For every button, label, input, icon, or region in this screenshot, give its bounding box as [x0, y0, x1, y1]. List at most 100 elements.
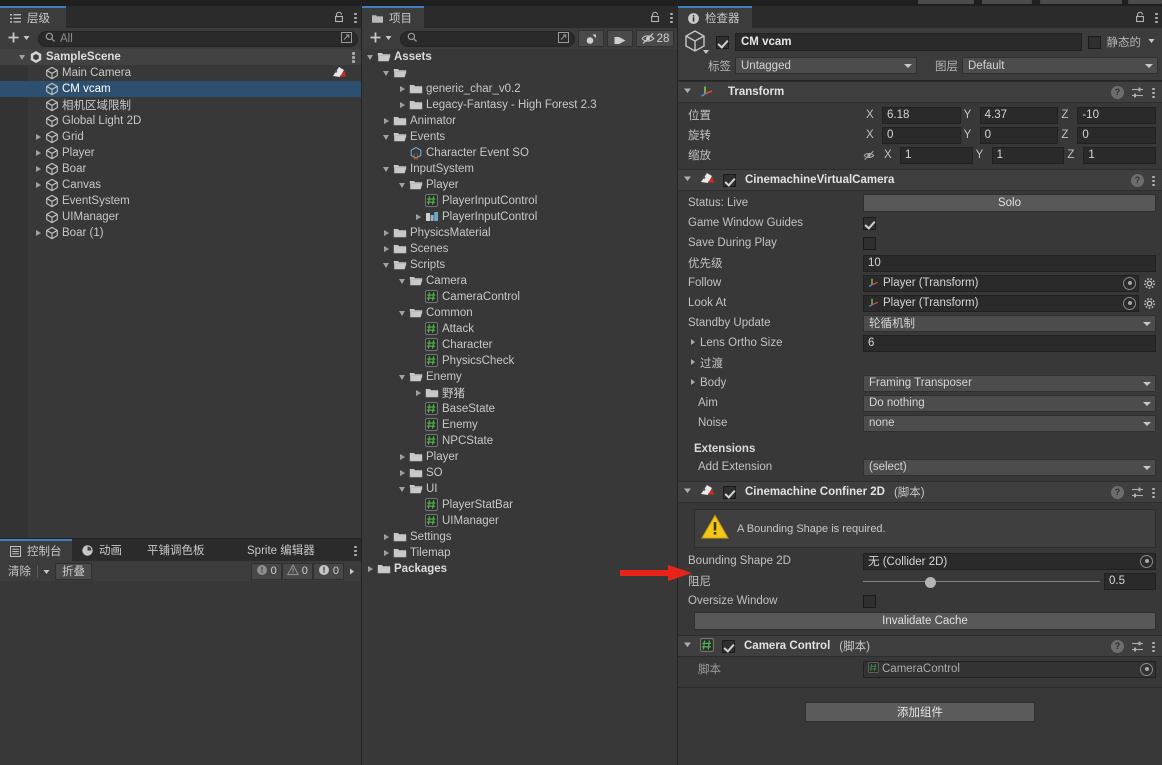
- lookat-object-field[interactable]: Player (Transform): [863, 294, 1139, 312]
- link-off-icon[interactable]: [863, 149, 877, 162]
- hierarchy-item-3[interactable]: Global Light 2D: [0, 113, 361, 129]
- component-menu-icon[interactable]: [1151, 174, 1155, 187]
- follow-object-field[interactable]: Player (Transform): [863, 274, 1139, 292]
- console-log-count[interactable]: 0: [250, 562, 282, 580]
- splitter-hierarchy-console[interactable]: [0, 538, 361, 539]
- foldout-open-icon[interactable]: [398, 177, 409, 193]
- foldout-closed-icon[interactable]: [382, 113, 393, 129]
- project-item-3[interactable]: Legacy-Fantasy - High Forest 2.3: [362, 97, 677, 113]
- transform-位置-z-input[interactable]: -10: [1077, 106, 1157, 124]
- foldout-closed-icon[interactable]: [34, 129, 45, 145]
- foldout-closed-icon[interactable]: [688, 377, 698, 390]
- project-item-24[interactable]: NPCState: [362, 433, 677, 449]
- transform-旋转-y-input[interactable]: 0: [979, 126, 1059, 144]
- foldout-closed-icon[interactable]: [688, 337, 698, 350]
- project-item-2[interactable]: generic_char_v0.2: [362, 81, 677, 97]
- hierarchy-scene-row[interactable]: SampleScene: [0, 49, 361, 65]
- tab-console-1[interactable]: 动画: [72, 539, 138, 561]
- aim-dropdown[interactable]: Do nothing: [863, 394, 1156, 412]
- project-item-19[interactable]: PhysicsCheck: [362, 353, 677, 369]
- transform-缩放-y-input[interactable]: 1: [991, 146, 1065, 164]
- project-item-12[interactable]: Scenes: [362, 241, 677, 257]
- splitter-project-inspector[interactable]: [677, 0, 678, 765]
- preset-icon[interactable]: [1131, 640, 1144, 653]
- foldout-open-icon[interactable]: [398, 305, 409, 321]
- solo-button[interactable]: Solo: [863, 194, 1156, 212]
- foldout-closed-icon[interactable]: [34, 177, 45, 193]
- project-item-0[interactable]: Assets: [362, 49, 677, 65]
- object-picker-icon[interactable]: [1123, 276, 1136, 290]
- console-clear-button[interactable]: 清除: [2, 562, 37, 580]
- project-item-15[interactable]: CameraControl: [362, 289, 677, 305]
- foldout-open-icon[interactable]: [382, 161, 393, 177]
- help-icon[interactable]: ?: [1111, 485, 1124, 499]
- console-warning-count[interactable]: 0: [281, 562, 313, 580]
- save-during-play-checkbox[interactable]: [863, 236, 876, 250]
- preset-icon[interactable]: [1131, 86, 1144, 99]
- project-item-30[interactable]: Settings: [362, 529, 677, 545]
- foldout-open-icon[interactable]: [398, 481, 409, 497]
- foldout-closed-icon[interactable]: [398, 465, 409, 481]
- console-message-list[interactable]: [0, 581, 361, 765]
- hierarchy-item-9[interactable]: UIManager: [0, 209, 361, 225]
- hierarchy-item-6[interactable]: Boar: [0, 161, 361, 177]
- camera-control-enabled-checkbox[interactable]: [722, 639, 735, 653]
- panel-menu-icon[interactable]: [353, 11, 357, 24]
- project-item-7[interactable]: InputSystem: [362, 161, 677, 177]
- project-item-22[interactable]: BaseState: [362, 401, 677, 417]
- static-dropdown-icon[interactable]: [1147, 36, 1158, 48]
- gameobject-enabled-checkbox[interactable]: [716, 35, 729, 49]
- object-picker-icon[interactable]: [1123, 296, 1136, 310]
- component-header-confiner[interactable]: Cinemachine Confiner 2D (脚本) ?: [678, 481, 1162, 503]
- oversize-window-checkbox[interactable]: [863, 594, 876, 608]
- project-item-31[interactable]: Tilemap: [362, 545, 677, 561]
- foldout-open-icon[interactable]: [398, 369, 409, 385]
- body-dropdown[interactable]: Framing Transposer: [863, 374, 1156, 392]
- foldout-closed-icon[interactable]: [398, 449, 409, 465]
- panel-menu-icon[interactable]: [353, 544, 357, 557]
- foldout-closed-icon[interactable]: [34, 145, 45, 161]
- foldout-closed-icon[interactable]: [688, 357, 698, 370]
- foldout-closed-icon[interactable]: [382, 241, 393, 257]
- foldout-open-icon[interactable]: [382, 65, 393, 81]
- project-item-14[interactable]: Camera: [362, 273, 677, 289]
- project-item-16[interactable]: Common: [362, 305, 677, 321]
- lock-icon[interactable]: [649, 11, 661, 23]
- hierarchy-item-8[interactable]: EventSystem: [0, 193, 361, 209]
- hierarchy-item-1[interactable]: CM vcam: [0, 81, 361, 97]
- tab-inspector[interactable]: 检查器: [678, 6, 752, 28]
- foldout-closed-icon[interactable]: [414, 385, 425, 401]
- console-clear-dropdown[interactable]: [38, 562, 55, 580]
- gear-icon[interactable]: [1143, 297, 1156, 310]
- foldout-open-icon[interactable]: [682, 85, 693, 99]
- transform-缩放-x-input[interactable]: 1: [900, 146, 973, 164]
- foldout-closed-icon[interactable]: [398, 81, 409, 97]
- hierarchy-search-input[interactable]: All: [38, 30, 358, 47]
- component-menu-icon[interactable]: [1151, 640, 1155, 653]
- layer-dropdown[interactable]: Default: [962, 57, 1158, 74]
- foldout-open-icon[interactable]: [382, 257, 393, 273]
- help-icon[interactable]: ?: [1111, 639, 1124, 653]
- project-item-5[interactable]: Events: [362, 129, 677, 145]
- component-header-vcam[interactable]: CinemachineVirtualCamera ?: [678, 169, 1162, 191]
- project-item-26[interactable]: SO: [362, 465, 677, 481]
- vcam-transition-row[interactable]: 过渡: [678, 353, 1162, 373]
- console-more-button[interactable]: [344, 562, 359, 580]
- game-window-guides-checkbox[interactable]: [863, 216, 876, 230]
- foldout-closed-icon[interactable]: [366, 561, 377, 577]
- project-item-10[interactable]: PlayerInputControl: [362, 209, 677, 225]
- foldout-closed-icon[interactable]: [382, 225, 393, 241]
- foldout-open-icon[interactable]: [366, 49, 377, 65]
- foldout-closed-icon[interactable]: [398, 97, 409, 113]
- lens-ortho-size-input[interactable]: 6: [863, 334, 1156, 352]
- foldout-open-icon[interactable]: [382, 129, 393, 145]
- filter-by-label-icon[interactable]: [607, 30, 633, 47]
- project-item-32[interactable]: Packages: [362, 561, 677, 577]
- component-header-transform[interactable]: Transform ?: [678, 81, 1162, 103]
- foldout-closed-icon[interactable]: [414, 209, 425, 225]
- foldout-closed-icon[interactable]: [34, 225, 45, 241]
- project-item-4[interactable]: Animator: [362, 113, 677, 129]
- transform-旋转-x-input[interactable]: 0: [882, 126, 961, 144]
- foldout-open-icon[interactable]: [682, 173, 693, 187]
- hierarchy-item-10[interactable]: Boar (1): [0, 225, 361, 241]
